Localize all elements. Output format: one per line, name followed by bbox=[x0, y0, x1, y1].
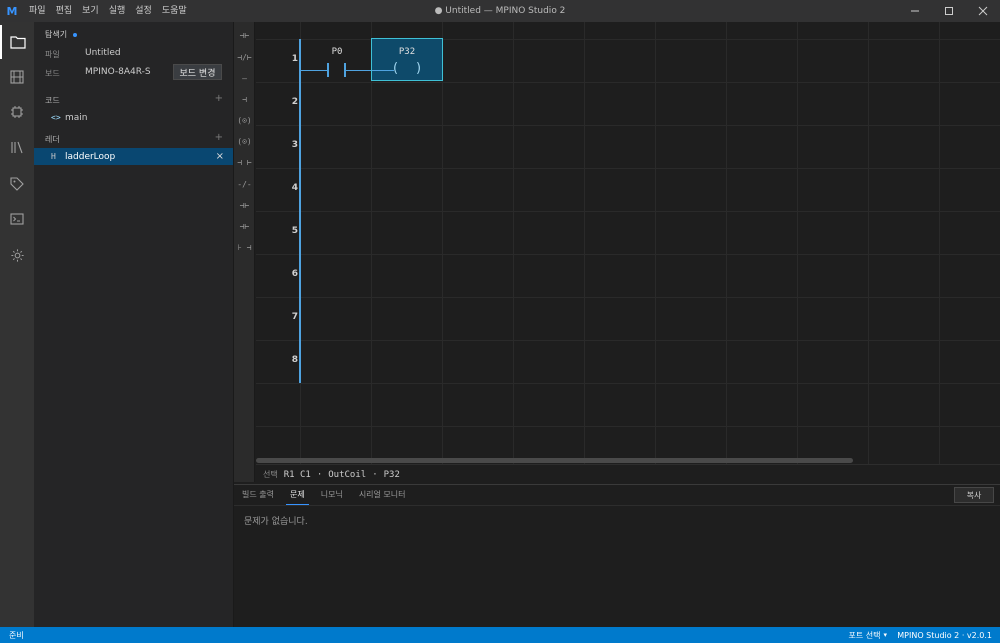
left-power-rail bbox=[299, 39, 301, 383]
add-ladder-button[interactable]: + bbox=[215, 132, 223, 143]
app-logo-letter: M bbox=[6, 4, 18, 18]
tool-nc-contact[interactable]: ⊣/⊢ bbox=[234, 47, 255, 67]
board-label: 보드 bbox=[45, 69, 60, 78]
wire-segment bbox=[301, 70, 327, 71]
ladder-toolbox: ⊣⊢ ⊣/⊢ — ⊣ (⊙) (⊙) ⊣ ⊢ -/- ⊣⊢ ⊣⊢ ⊦ ⊣ bbox=[234, 22, 255, 482]
wire-segment bbox=[346, 70, 372, 71]
tab-mnemonic[interactable]: 니모닉 bbox=[313, 485, 351, 505]
status-bar: 준비 포트 선택 ▾ MPINO Studio 2 · v2.0.1 bbox=[0, 627, 1000, 643]
selection-separator: · bbox=[372, 469, 378, 480]
library-icon[interactable] bbox=[0, 130, 34, 164]
file-label: 파일 bbox=[45, 50, 60, 59]
out-coil-cell[interactable]: P32 ( ) bbox=[371, 38, 443, 81]
selection-position: R1 C1 bbox=[283, 469, 311, 480]
problems-message: 문제가 없습니다. bbox=[244, 517, 308, 527]
selection-info-bar: 선택 R1 C1 · OutCoil · P32 bbox=[256, 464, 1000, 484]
code-item-main[interactable]: <> main bbox=[34, 109, 233, 126]
selection-label: 선택 bbox=[263, 470, 278, 479]
ladder-item-ladderloop[interactable]: H ladderLoop × bbox=[34, 148, 233, 165]
tool-function-block[interactable]: ⊦ ⊣ bbox=[234, 237, 255, 257]
folder-icon[interactable] bbox=[0, 25, 34, 59]
tool-vertical-line[interactable]: ⊣ bbox=[234, 89, 255, 109]
code-item-label: main bbox=[65, 112, 88, 123]
code-section-title: 코드 bbox=[45, 96, 60, 105]
menu-file[interactable]: 파일 bbox=[24, 0, 51, 22]
port-select-label: 포트 선택 bbox=[848, 630, 881, 640]
contact-label: P0 bbox=[331, 47, 343, 57]
panel-tabs: 빌드 출력 문제 니모닉 시리얼 모니터 bbox=[234, 485, 414, 505]
unsaved-dot-icon bbox=[73, 32, 78, 37]
tool-out-coil[interactable]: (⊙) bbox=[234, 110, 255, 130]
coil-wire bbox=[372, 70, 394, 71]
rung-number: 5 bbox=[291, 226, 298, 236]
terminal-icon[interactable] bbox=[0, 202, 34, 236]
copy-button[interactable]: 복사 bbox=[954, 487, 994, 503]
chip-icon[interactable] bbox=[0, 95, 34, 129]
ladder-item-label: ladderLoop bbox=[65, 151, 116, 162]
ladder-file-icon: H bbox=[51, 152, 56, 161]
tab-serial-monitor[interactable]: 시리얼 모니터 bbox=[351, 485, 414, 505]
film-icon[interactable] bbox=[0, 60, 34, 94]
port-select[interactable]: 포트 선택 ▾ bbox=[849, 630, 888, 641]
coil-right-paren: ) bbox=[416, 61, 422, 76]
contact-left-bar bbox=[327, 63, 329, 77]
horizontal-scrollbar[interactable] bbox=[256, 458, 853, 463]
minimize-icon[interactable] bbox=[898, 0, 932, 22]
tab-build-output[interactable]: 빌드 출력 bbox=[234, 485, 282, 505]
ladder-canvas[interactable]: 1 2 3 4 5 6 7 8 P0 P32 ( ) bbox=[256, 22, 1000, 464]
file-value: Untitled bbox=[85, 48, 121, 58]
coil-left-paren: ( bbox=[393, 61, 399, 76]
title-bar: M 파일 편집 보기 실행 설정 도움말 ● Untitled — MPINO … bbox=[0, 0, 1000, 22]
menu-run[interactable]: 실행 bbox=[104, 0, 131, 22]
menu-settings[interactable]: 설정 bbox=[130, 0, 157, 22]
selection-separator: · bbox=[316, 469, 323, 480]
status-ready: 준비 bbox=[9, 630, 24, 640]
rung-number: 4 bbox=[291, 183, 298, 193]
maximize-icon[interactable] bbox=[932, 0, 966, 22]
add-code-button[interactable]: + bbox=[215, 93, 223, 104]
rung-number: 2 bbox=[291, 97, 298, 107]
tool-no-contact[interactable]: ⊣⊢ bbox=[234, 25, 255, 45]
menu-help[interactable]: 도움말 bbox=[157, 0, 192, 22]
rung-number: 6 bbox=[291, 269, 298, 279]
menu-bar: 파일 편집 보기 실행 설정 도움말 bbox=[24, 0, 192, 22]
tool-invert[interactable]: -/- bbox=[234, 174, 255, 194]
code-file-icon: <> bbox=[51, 113, 61, 122]
explorer-header: 탐색기 bbox=[45, 29, 78, 40]
app-logo-icon: M bbox=[0, 0, 24, 22]
status-version: MPINO Studio 2 · v2.0.1 bbox=[897, 630, 992, 640]
tab-problems[interactable]: 문제 bbox=[282, 485, 313, 505]
chevron-down-icon: ▾ bbox=[883, 631, 887, 639]
menu-view[interactable]: 보기 bbox=[77, 0, 104, 22]
tool-rising-edge[interactable]: ⊣ ⊢ bbox=[234, 152, 255, 172]
rung-number: 8 bbox=[291, 355, 298, 365]
activity-bar bbox=[0, 22, 34, 627]
ladder-section-title: 레더 bbox=[45, 135, 60, 144]
close-icon[interactable] bbox=[966, 0, 1000, 22]
rung-number: 3 bbox=[291, 140, 298, 150]
coil-label: P32 bbox=[398, 47, 416, 57]
tool-set-coil[interactable]: (⊙) bbox=[234, 131, 255, 151]
explorer-title: 탐색기 bbox=[45, 30, 68, 39]
rung-number: 1 bbox=[291, 54, 298, 64]
change-board-button[interactable]: 보드 변경 bbox=[173, 64, 222, 80]
gear-icon[interactable] bbox=[0, 238, 34, 272]
explorer-sidebar: 탐색기 파일 Untitled 보드 MPINO-8A4R-S 보드 변경 코드… bbox=[34, 22, 234, 627]
tool-negative-pulse[interactable]: ⊣⊢ bbox=[234, 216, 255, 236]
bottom-panel: 빌드 출력 문제 니모닉 시리얼 모니터 복사 문제가 없습니다. bbox=[234, 484, 1000, 627]
selection-target: P32 bbox=[383, 469, 400, 480]
panel-divider bbox=[234, 505, 1000, 506]
board-value: MPINO-8A4R-S bbox=[85, 67, 151, 77]
window-controls bbox=[898, 0, 1000, 22]
close-ladder-icon[interactable]: × bbox=[216, 151, 224, 162]
rung-number: 7 bbox=[291, 312, 298, 322]
menu-edit[interactable]: 편집 bbox=[51, 0, 78, 22]
tag-icon[interactable] bbox=[0, 167, 34, 201]
selection-type: OutCoil bbox=[328, 469, 367, 480]
tool-horizontal-line[interactable]: — bbox=[234, 68, 255, 88]
tool-positive-pulse[interactable]: ⊣⊢ bbox=[234, 195, 255, 215]
